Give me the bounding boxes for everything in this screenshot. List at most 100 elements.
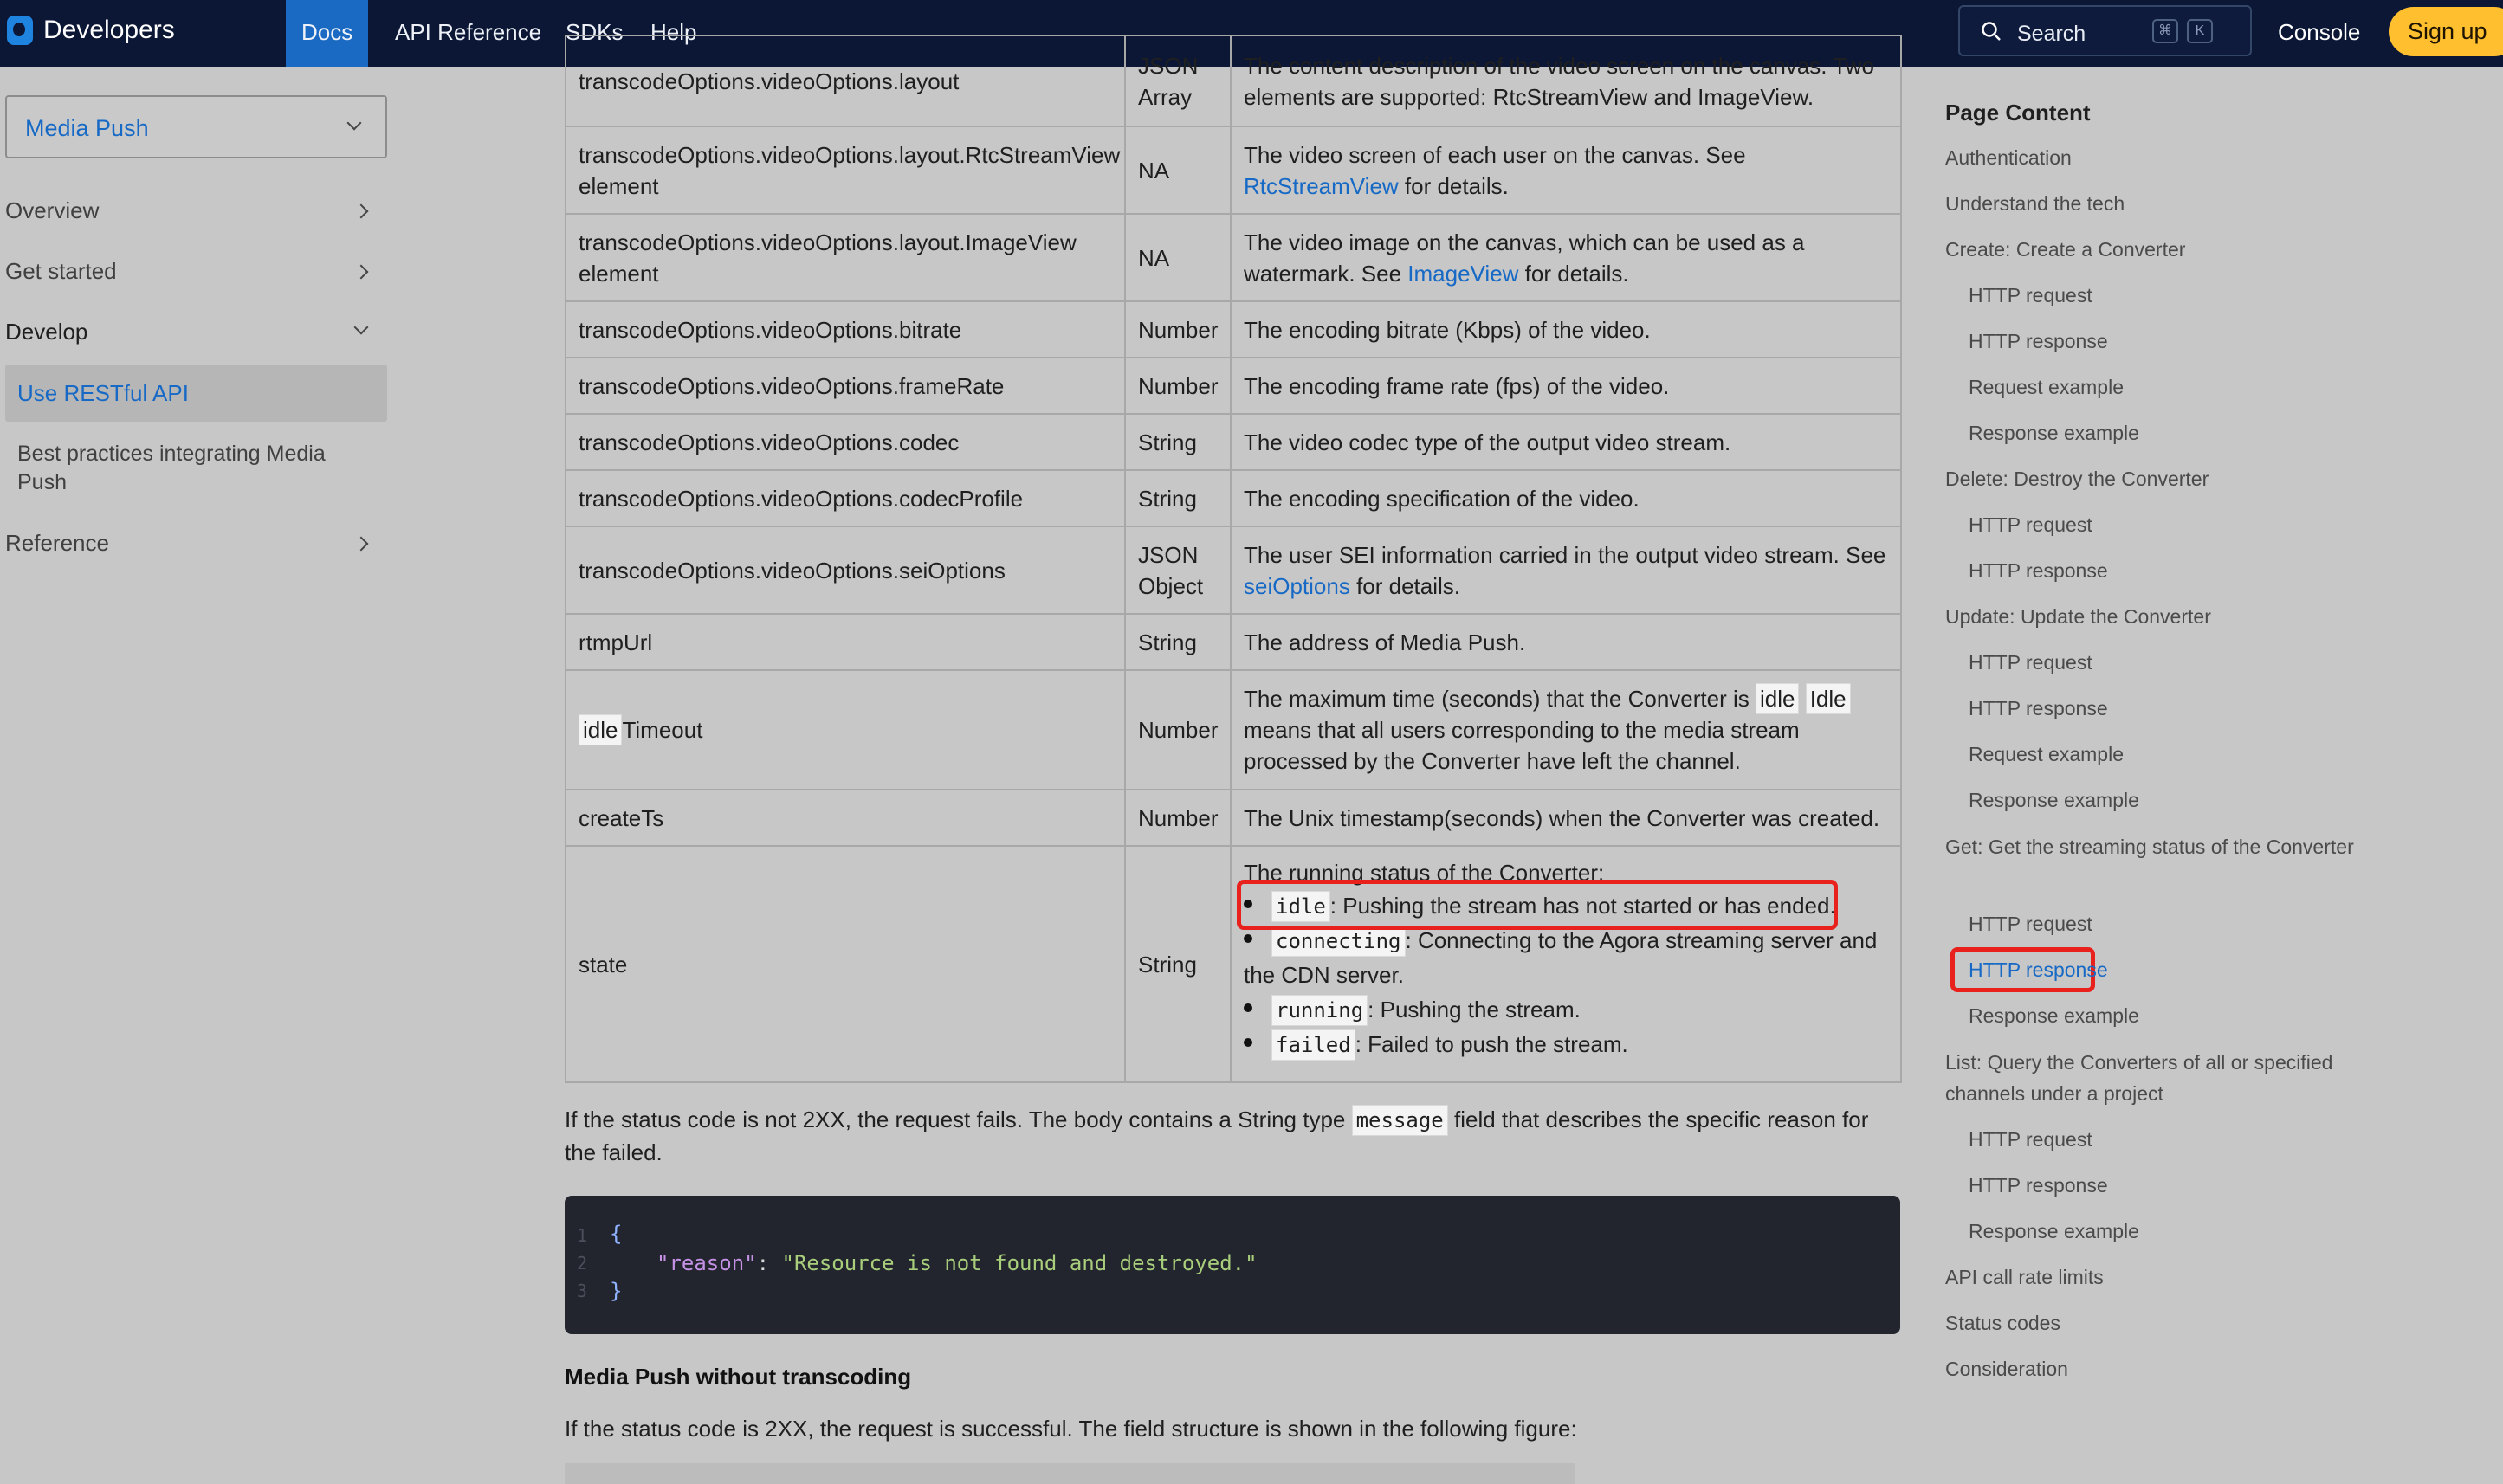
toc-item[interactable]: Status codes <box>1945 1307 2060 1339</box>
nav-docs[interactable]: Docs <box>286 0 369 67</box>
toc-item[interactable]: Response example <box>1969 1216 2139 1247</box>
toc-item[interactable]: Authentication <box>1945 142 2072 173</box>
sidebar-item-label: Use RESTful API <box>17 380 189 406</box>
bullet-icon <box>1244 1003 1252 1013</box>
product-selector[interactable]: Media Push <box>5 95 387 158</box>
toc-item[interactable]: Delete: Destroy the Converter <box>1945 463 2209 494</box>
type-cell: JSON Array <box>1124 35 1232 127</box>
toc-item[interactable]: Request example <box>1969 739 2124 770</box>
seioptions-link[interactable]: seiOptions <box>1244 573 1350 599</box>
toc-item[interactable]: Get: Get the streaming status of the Con… <box>1945 831 2378 862</box>
field-cell: state <box>565 845 1126 1083</box>
description-cell: The address of Media Push. <box>1230 613 1902 671</box>
sidebar-item-use-restful-api[interactable]: Use RESTful API <box>5 365 387 422</box>
description-cell: The content description of the video scr… <box>1230 35 1902 127</box>
table-row: transcodeOptions.videoOptions.bitrate Nu… <box>565 300 1902 358</box>
state-code: running <box>1271 995 1368 1026</box>
table-row: rtmpUrl String The address of Media Push… <box>565 613 1902 671</box>
idle-chip: Idle <box>1805 683 1851 714</box>
toc-item[interactable]: HTTP response <box>1969 1170 2108 1201</box>
success-description-paragraph: If the status code is 2XX, the request i… <box>565 1416 1577 1442</box>
type-cell: NA <box>1124 213 1232 302</box>
line-number: 3 <box>577 1281 588 1301</box>
toc-item[interactable]: HTTP request <box>1969 280 2092 311</box>
toc-item[interactable]: Response example <box>1969 784 2139 816</box>
imageview-link[interactable]: ImageView <box>1407 261 1518 287</box>
sidebar-item-label: Get started <box>5 258 117 284</box>
toc-item[interactable]: Create: Create a Converter <box>1945 234 2185 265</box>
description-cell: The encoding frame rate (fps) of the vid… <box>1230 357 1902 415</box>
idle-chip: idle <box>579 714 623 745</box>
toc-item[interactable]: Response example <box>1969 417 2139 448</box>
agora-logo-icon <box>7 16 33 45</box>
description-cell: The encoding bitrate (Kbps) of the video… <box>1230 300 1902 358</box>
field-cell: rtmpUrl <box>565 613 1126 671</box>
sidebar-item-label: Develop <box>5 319 88 345</box>
sidebar-item-overview[interactable]: Overview <box>5 197 387 224</box>
product-selector-value: Media Push <box>25 115 149 141</box>
toc-item[interactable]: Understand the tech <box>1945 188 2125 219</box>
line-number: 1 <box>577 1225 588 1246</box>
toc-item[interactable]: HTTP request <box>1969 908 2092 939</box>
search-icon <box>1982 22 2001 41</box>
state-code: connecting <box>1271 926 1406 957</box>
section-heading: Media Push without transcoding <box>565 1364 912 1390</box>
table-row: transcodeOptions.videoOptions.frameRate … <box>565 357 1902 415</box>
toc-item[interactable]: Update: Update the Converter <box>1945 601 2211 632</box>
toc-item[interactable]: Request example <box>1969 371 2124 403</box>
type-cell: Number <box>1124 789 1232 847</box>
state-code: failed <box>1271 1029 1355 1061</box>
table-row: idle Timeout Number The maximum time (sec… <box>565 669 1902 790</box>
toc-item[interactable]: HTTP response <box>1969 693 2108 724</box>
toc-item[interactable]: HTTP request <box>1969 647 2092 678</box>
toc-title: Page Content <box>1945 100 2091 126</box>
sidebar-item-reference[interactable]: Reference <box>5 530 387 557</box>
description-cell: The video screen of each user on the can… <box>1230 126 1902 215</box>
toc-item[interactable]: HTTP response <box>1969 326 2108 357</box>
toc-item[interactable]: Response example <box>1969 1000 2139 1031</box>
type-cell: Number <box>1124 357 1232 415</box>
toc-item[interactable]: HTTP response <box>1969 555 2108 586</box>
chevron-right-icon <box>353 203 369 219</box>
toc-item[interactable]: HTTP response <box>1969 954 2108 985</box>
description-cell: The Unix timestamp(seconds) when the Con… <box>1230 789 1902 847</box>
rtcstreamview-link[interactable]: RtcStreamView <box>1244 173 1399 199</box>
field-cell: transcodeOptions.videoOptions.layout <box>565 35 1126 127</box>
brand-logo[interactable]: Developers <box>7 16 175 45</box>
table-row: transcodeOptions.videoOptions.codecProfi… <box>565 469 1902 527</box>
toc-item[interactable]: HTTP request <box>1969 1124 2092 1155</box>
description-cell: The encoding specification of the video. <box>1230 469 1902 527</box>
table-row: transcodeOptions.videoOptions.layout.Rtc… <box>565 126 1902 215</box>
console-link[interactable]: Console <box>2278 19 2360 46</box>
chevron-down-icon <box>346 115 362 131</box>
field-cell: idle Timeout <box>565 669 1126 790</box>
table-row: transcodeOptions.videoOptions.layout.Ima… <box>565 213 1902 302</box>
field-cell: transcodeOptions.videoOptions.bitrate <box>565 300 1126 358</box>
sidebar-item-best-practices[interactable]: Best practices integrating Media Push <box>17 440 364 497</box>
search-box[interactable]: Search ⌘ K <box>1958 5 2252 56</box>
signup-button[interactable]: Sign up <box>2389 7 2503 56</box>
code-line-reason: "reason": "Resource is not found and des… <box>656 1251 1258 1275</box>
toc-item[interactable]: API call rate limits <box>1945 1261 2104 1293</box>
sidebar-item-get-started[interactable]: Get started <box>5 258 387 285</box>
type-cell: String <box>1124 845 1232 1083</box>
message-code: message <box>1351 1105 1448 1136</box>
field-structure-figure <box>565 1463 1575 1484</box>
table-row: createTs Number The Unix timestamp(secon… <box>565 789 1902 847</box>
code-block[interactable]: 1 2 3 { "reason": "Resource is not found… <box>565 1196 1900 1334</box>
shortcut-cmd-key: ⌘ <box>2152 19 2178 43</box>
chevron-down-icon <box>353 319 369 335</box>
field-cell: transcodeOptions.videoOptions.codec <box>565 413 1126 471</box>
type-cell: String <box>1124 413 1232 471</box>
description-cell: The video image on the canvas, which can… <box>1230 213 1902 302</box>
toc-item[interactable]: HTTP request <box>1969 509 2092 540</box>
table-row: transcodeOptions.videoOptions.seiOptions… <box>565 526 1902 615</box>
idle-chip: idle <box>1755 683 1800 714</box>
sidebar-item-develop[interactable]: Develop <box>5 319 387 345</box>
type-cell: Number <box>1124 300 1232 358</box>
list-item: running: Pushing the stream. <box>1244 992 1888 1027</box>
toc-item[interactable]: Consideration <box>1945 1353 2068 1384</box>
error-description-paragraph: If the status code is not 2XX, the reque… <box>565 1105 1869 1165</box>
toc-item[interactable]: List: Query the Converters of all or spe… <box>1945 1047 2378 1109</box>
nav-api-reference[interactable]: API Reference <box>395 0 541 67</box>
